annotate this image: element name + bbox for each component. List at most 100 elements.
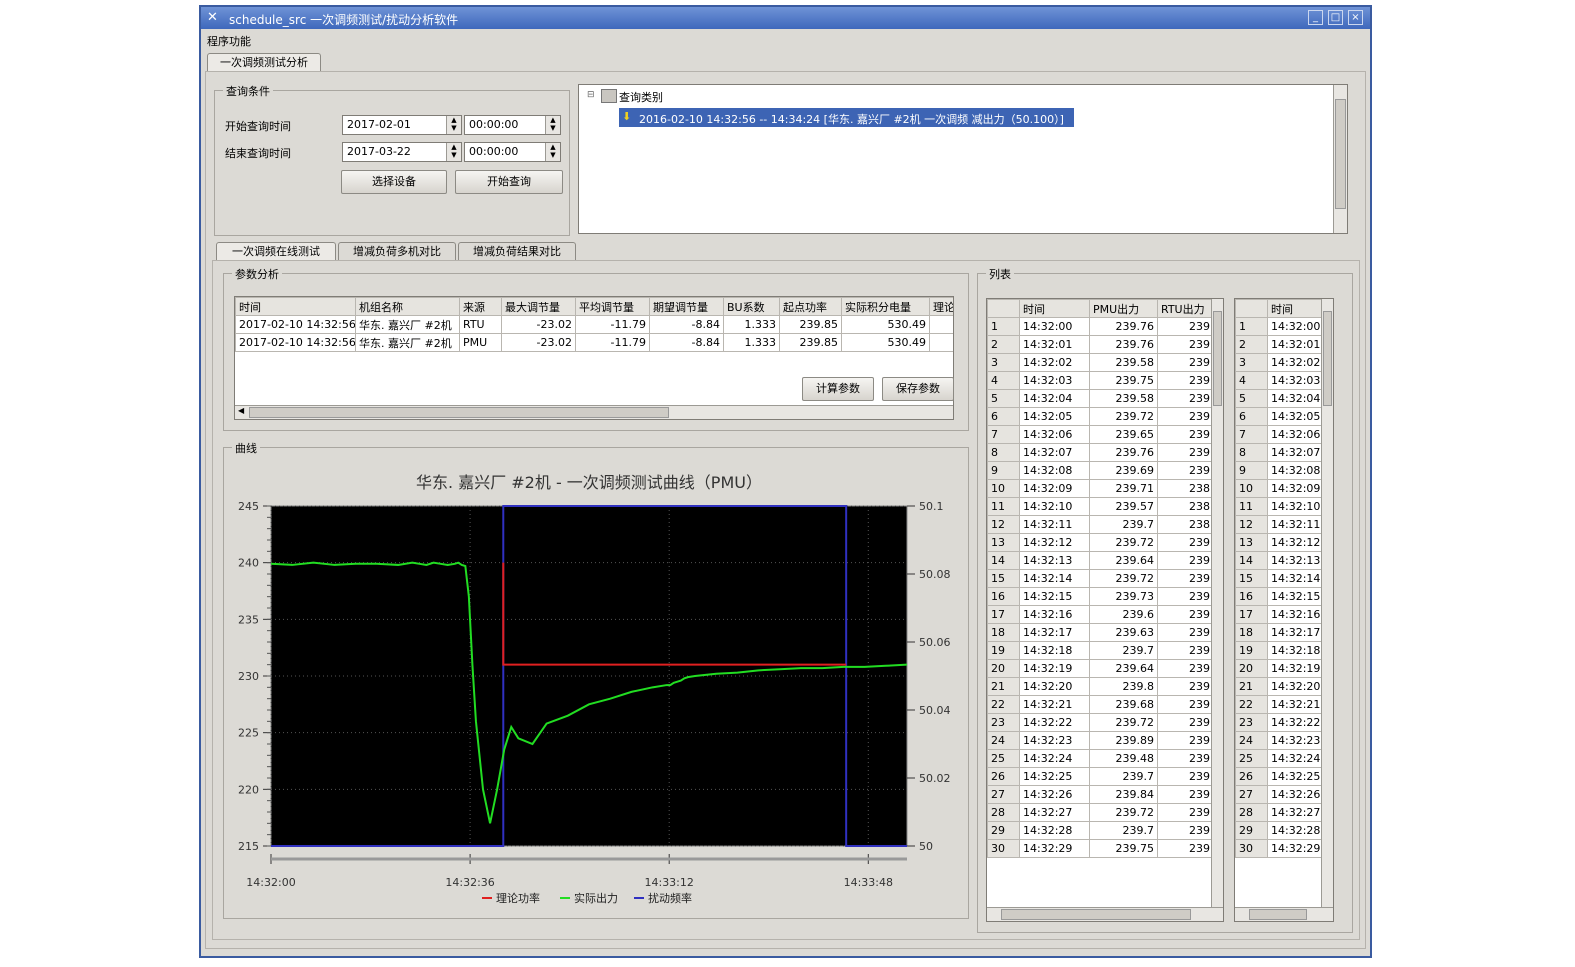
- list-row[interactable]: 28 14:32:27 239.72 239: [987, 803, 1214, 822]
- list-row[interactable]: 24 14:32:23 239.89 239: [987, 731, 1214, 750]
- list-row[interactable]: 2 14:32:01 239.76 239: [987, 335, 1214, 354]
- list2-row[interactable]: 5 14:32:04: [1235, 389, 1324, 408]
- params-col-header[interactable]: 起点功率: [779, 297, 842, 316]
- list2-row[interactable]: 20 14:32:19: [1235, 659, 1324, 678]
- list2-row[interactable]: 16 14:32:15: [1235, 587, 1324, 606]
- list2-row[interactable]: 1 14:32:00: [1235, 317, 1324, 336]
- minimize-button[interactable]: _: [1308, 10, 1323, 25]
- params-col-header[interactable]: 来源: [459, 297, 502, 316]
- tab-frequency-test-analysis[interactable]: 一次调频测试分析: [207, 53, 321, 71]
- list2-col-header[interactable]: 时间: [1267, 299, 1324, 318]
- list-row[interactable]: 10 14:32:09 239.71 238: [987, 479, 1214, 498]
- list-row[interactable]: 11 14:32:10 239.57 238: [987, 497, 1214, 516]
- list-scroll-thumb[interactable]: [1213, 311, 1222, 406]
- list-row[interactable]: 6 14:32:05 239.72 239: [987, 407, 1214, 426]
- start-query-button[interactable]: 开始查询: [455, 170, 563, 194]
- list2-vscrollbar[interactable]: [1321, 299, 1333, 907]
- list2-row[interactable]: 12 14:32:11: [1235, 515, 1324, 534]
- list2-hscrollbar[interactable]: [1235, 907, 1333, 921]
- list-hscroll-thumb[interactable]: [1001, 909, 1191, 920]
- table-row[interactable]: 2017-02-10 14:32:56 华东. 嘉兴厂 #2机 RTU -23.02-…: [235, 315, 953, 334]
- list2-row[interactable]: 29 14:32:28: [1235, 821, 1324, 840]
- list2-row[interactable]: 6 14:32:05: [1235, 407, 1324, 426]
- start-date-field[interactable]: 2017-02-01 ▲ ▼: [342, 115, 462, 135]
- list-row[interactable]: 18 14:32:17 239.63 239: [987, 623, 1214, 642]
- start-date-spinner[interactable]: ▲ ▼: [446, 116, 461, 134]
- table-row[interactable]: 2017-02-10 14:32:56 华东. 嘉兴厂 #2机 PMU -23.02-…: [235, 333, 953, 352]
- list2-row[interactable]: 11 14:32:10: [1235, 497, 1324, 516]
- params-col-header[interactable]: 机组名称: [355, 297, 460, 316]
- params-col-header[interactable]: 最大调节量: [501, 297, 576, 316]
- params-col-header[interactable]: 期望调节量: [649, 297, 724, 316]
- list-row[interactable]: 17 14:32:16 239.6 239: [987, 605, 1214, 624]
- list-row[interactable]: 15 14:32:14 239.72 239: [987, 569, 1214, 588]
- list2-row[interactable]: 14 14:32:13: [1235, 551, 1324, 570]
- list-vscrollbar[interactable]: [1211, 299, 1223, 907]
- list-row[interactable]: 8 14:32:07 239.76 239: [987, 443, 1214, 462]
- maximize-button[interactable]: □: [1328, 10, 1343, 25]
- tree-vscrollbar[interactable]: [1333, 85, 1347, 233]
- calc-params-button[interactable]: 计算参数: [802, 377, 874, 401]
- subtab-result-compare[interactable]: 增减负荷结果对比: [458, 242, 576, 260]
- list-row[interactable]: 21 14:32:20 239.8 239: [987, 677, 1214, 696]
- tree-expand-icon[interactable]: ⊟: [587, 90, 595, 100]
- list-row[interactable]: 25 14:32:24 239.48 239: [987, 749, 1214, 768]
- params-col-header[interactable]: 理论: [929, 297, 953, 316]
- list2-row[interactable]: 19 14:32:18: [1235, 641, 1324, 660]
- list2-row[interactable]: 23 14:32:22: [1235, 713, 1324, 732]
- query-tree[interactable]: ⊟ 查询类别 ⬇ 2016-02-10 14:32:56 -- 14:34:24…: [578, 84, 1348, 234]
- list-col-header[interactable]: RTU出力: [1157, 299, 1214, 318]
- params-col-header[interactable]: 平均调节量: [575, 297, 650, 316]
- list-row[interactable]: 5 14:32:04 239.58 239: [987, 389, 1214, 408]
- list2-row[interactable]: 8 14:32:07: [1235, 443, 1324, 462]
- list-row[interactable]: 22 14:32:21 239.68 239: [987, 695, 1214, 714]
- list2-hscroll-thumb[interactable]: [1249, 909, 1307, 920]
- menu-program[interactable]: 程序功能: [207, 33, 251, 49]
- params-scroll-thumb[interactable]: [249, 407, 669, 418]
- list-row[interactable]: 9 14:32:08 239.69 239: [987, 461, 1214, 480]
- start-time-field[interactable]: 00:00:00 ▲ ▼: [464, 115, 561, 135]
- select-device-button[interactable]: 选择设备: [341, 170, 447, 194]
- list2-scroll-thumb[interactable]: [1323, 311, 1332, 406]
- end-date-field[interactable]: 2017-03-22 ▲ ▼: [342, 142, 462, 162]
- list2-row[interactable]: 13 14:32:12: [1235, 533, 1324, 552]
- tree-item-selected[interactable]: ⬇ 2016-02-10 14:32:56 -- 14:34:24 [华东. 嘉…: [619, 108, 1074, 127]
- list2-row[interactable]: 7 14:32:06: [1235, 425, 1324, 444]
- close-button[interactable]: ×: [1348, 10, 1363, 25]
- list2-row[interactable]: 18 14:32:17: [1235, 623, 1324, 642]
- list-col-header[interactable]: PMU出力: [1089, 299, 1158, 318]
- list-row[interactable]: 30 14:32:29 239.75 239: [987, 839, 1214, 858]
- params-col-header[interactable]: BU系数: [723, 297, 780, 316]
- params-col-header[interactable]: 时间: [235, 297, 356, 316]
- start-time-spinner[interactable]: ▲ ▼: [545, 116, 560, 134]
- list-row[interactable]: 26 14:32:25 239.7 239: [987, 767, 1214, 786]
- list2-row[interactable]: 17 14:32:16: [1235, 605, 1324, 624]
- list2-row[interactable]: 24 14:32:23: [1235, 731, 1324, 750]
- end-time-spinner[interactable]: ▲ ▼: [545, 143, 560, 161]
- list2-row[interactable]: 26 14:32:25: [1235, 767, 1324, 786]
- list-row[interactable]: 4 14:32:03 239.75 239: [987, 371, 1214, 390]
- list-row[interactable]: 29 14:32:28 239.7 239: [987, 821, 1214, 840]
- save-params-button[interactable]: 保存参数: [882, 377, 954, 401]
- list-row[interactable]: 7 14:32:06 239.65 239: [987, 425, 1214, 444]
- end-date-spinner[interactable]: ▲ ▼: [446, 143, 461, 161]
- list-row[interactable]: 13 14:32:12 239.72 239: [987, 533, 1214, 552]
- title-bar[interactable]: ✕ schedule_src 一次调频测试/扰动分析软件 _ □ ×: [201, 7, 1370, 29]
- list2-row[interactable]: 21 14:32:20: [1235, 677, 1324, 696]
- list2-row[interactable]: 25 14:32:24: [1235, 749, 1324, 768]
- list2-row[interactable]: 15 14:32:14: [1235, 569, 1324, 588]
- list-row[interactable]: 14 14:32:13 239.64 239: [987, 551, 1214, 570]
- list-row[interactable]: 20 14:32:19 239.64 239: [987, 659, 1214, 678]
- list2-row[interactable]: 4 14:32:03: [1235, 371, 1324, 390]
- list-row[interactable]: 16 14:32:15 239.73 239: [987, 587, 1214, 606]
- list2-row[interactable]: 22 14:32:21: [1235, 695, 1324, 714]
- list-hscrollbar[interactable]: [987, 907, 1223, 921]
- list-row[interactable]: 3 14:32:02 239.58 239: [987, 353, 1214, 372]
- tree-scroll-thumb[interactable]: [1335, 99, 1346, 209]
- list-row[interactable]: 1 14:32:00 239.76 239: [987, 317, 1214, 336]
- list-row[interactable]: 23 14:32:22 239.72 239: [987, 713, 1214, 732]
- list2-row[interactable]: 10 14:32:09: [1235, 479, 1324, 498]
- list2-row[interactable]: 3 14:32:02: [1235, 353, 1324, 372]
- list2-row[interactable]: 9 14:32:08: [1235, 461, 1324, 480]
- scroll-left-icon[interactable]: ◀: [238, 406, 244, 415]
